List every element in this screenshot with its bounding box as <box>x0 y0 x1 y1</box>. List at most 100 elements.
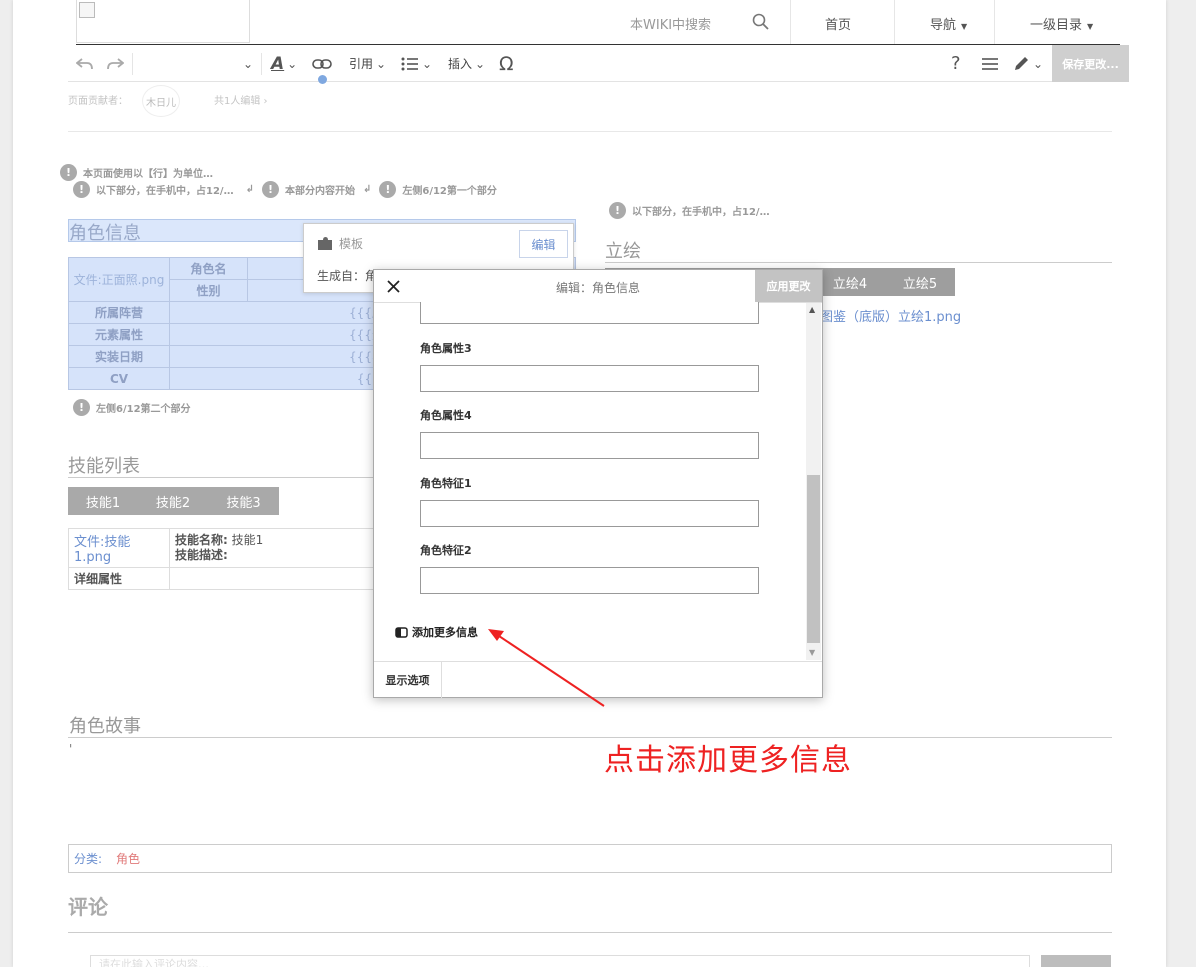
chevron-down-icon: ⌄ <box>475 56 486 71</box>
table-label: CV <box>68 367 170 390</box>
skills-heading: 技能列表 <box>68 456 140 477</box>
skill-table: 文件:技能1.png 技能名称: 技能1 技能描述: 详细属性 <box>68 528 378 590</box>
previous-field-input[interactable] <box>420 302 759 324</box>
field-label: 角色属性3 <box>420 342 472 355</box>
layout-notice: ! 本页面使用以【行】为单位… <box>60 164 213 181</box>
table-label: 所属阵营 <box>68 301 170 324</box>
list-dropdown[interactable]: ⌄ <box>401 45 432 82</box>
chevron-down-icon: ⌄ <box>422 56 433 71</box>
comments-heading: 评论 <box>68 895 108 919</box>
chevron-down-icon: ⌄ <box>1033 56 1044 71</box>
add-more-info-button[interactable]: 添加更多信息 <box>395 624 478 640</box>
layout-notice: ! 以下部分，在手机中，占12/… <box>609 202 770 219</box>
screen: 本WIKI中搜索 首页 导航 ▼ 一级目录 ▼ ⌄ A ⌄ 引用 ⌄ ⌄ 插入 ⌄ Ω ?… <box>0 0 1196 967</box>
category-link[interactable]: 角色 <box>116 850 140 867</box>
skill-desc-label: 技能描述: <box>175 548 228 562</box>
text-style-button[interactable]: A ⌄ <box>271 45 297 82</box>
return-icon: ↲ <box>362 184 372 195</box>
apply-changes-button[interactable]: 应用更改 <box>755 270 822 302</box>
character-info-heading[interactable]: 角色信息 <box>69 219 141 245</box>
scroll-up-icon[interactable]: ▲ <box>809 305 815 314</box>
divider <box>68 131 1112 132</box>
table-label: 性别 <box>169 279 248 302</box>
exclamation-icon: ! <box>73 399 90 416</box>
redo-button[interactable] <box>106 45 124 82</box>
toolbar-divider <box>261 53 262 75</box>
skill-name-value: 技能1 <box>231 533 264 547</box>
portrait-image-link[interactable]: 文件:正面照.png <box>74 273 165 287</box>
puzzle-piece-icon <box>318 237 332 250</box>
search-icon[interactable] <box>752 13 770 31</box>
scroll-down-icon[interactable]: ▼ <box>809 648 815 657</box>
paragraph-format-dropdown[interactable]: ⌄ <box>240 45 253 82</box>
nav-navigation-label: 导航 <box>930 18 957 33</box>
cite-dropdown[interactable]: 引用 ⌄ <box>349 45 386 82</box>
skill-tab-1[interactable]: 技能1 <box>68 487 138 515</box>
art-tab-4[interactable]: 立绘4 <box>815 268 885 296</box>
site-logo[interactable] <box>76 0 250 43</box>
divider <box>605 262 1112 263</box>
help-button[interactable]: ? <box>951 45 961 82</box>
save-changes-button[interactable]: 保存更改... <box>1052 45 1129 82</box>
category-label[interactable]: 分类: <box>74 850 102 867</box>
skill-tab-2[interactable]: 技能2 <box>138 487 208 515</box>
nav-navigation-dropdown[interactable]: 导航 ▼ <box>930 14 967 33</box>
portrait-image-cell[interactable]: 文件:正面照.png <box>68 257 170 302</box>
table-label: 角色名 <box>169 257 248 280</box>
broken-image-icon <box>79 2 95 18</box>
exclamation-icon: ! <box>609 202 626 219</box>
art-tab-5[interactable]: 立绘5 <box>885 268 955 296</box>
notice-text: 以下部分，在手机中，占12/… <box>632 207 770 218</box>
caret-down-icon: ▼ <box>961 22 968 31</box>
trait-2-input[interactable] <box>420 567 759 594</box>
nav-divider <box>790 0 791 44</box>
art-image-link[interactable]: 图鉴（底版）立绘1.png <box>820 306 961 325</box>
field-label: 角色特征2 <box>420 544 472 557</box>
skill-tab-3[interactable]: 技能3 <box>208 487 279 515</box>
show-options-button[interactable]: 显示选项 <box>374 662 442 698</box>
cite-label: 引用 <box>349 57 374 71</box>
skill-name-label: 技能名称: <box>175 533 228 547</box>
exclamation-icon: ! <box>60 164 77 181</box>
divider <box>68 932 1112 933</box>
exclamation-icon: ! <box>73 181 90 198</box>
trait-1-input[interactable] <box>420 500 759 527</box>
exclamation-icon: ! <box>379 181 397 198</box>
skill-image-link[interactable]: 文件:技能1.png <box>68 528 170 568</box>
layout-notice: ! 左侧6/12第二个部分 <box>73 399 191 416</box>
skill-summary: 技能名称: 技能1 技能描述: <box>169 528 378 568</box>
nav-toc-dropdown[interactable]: 一级目录 ▼ <box>1030 14 1093 33</box>
undo-button[interactable] <box>76 45 94 82</box>
nav-home-link[interactable]: 首页 <box>825 14 851 33</box>
pencil-icon <box>1015 57 1028 70</box>
template-edit-button[interactable]: 编辑 <box>519 230 568 258</box>
divider <box>68 737 1112 738</box>
attribute-4-input[interactable] <box>420 432 759 459</box>
table-value <box>169 567 378 590</box>
scrollbar-thumb[interactable] <box>807 475 820 643</box>
chevron-down-icon: ⌄ <box>376 56 387 71</box>
insert-dropdown[interactable]: 插入 ⌄ <box>448 45 485 82</box>
table-row: 详细属性 <box>68 567 378 590</box>
template-popup-title: 模板 <box>339 237 364 251</box>
bullet-list-icon <box>401 57 418 70</box>
page-options-button[interactable] <box>981 45 999 82</box>
comment-submit-button[interactable] <box>1041 955 1111 967</box>
add-parameter-icon <box>395 626 408 638</box>
attribute-3-input[interactable] <box>420 365 759 392</box>
comment-input[interactable]: 请在此输入评论内容… <box>90 955 1030 967</box>
redo-icon <box>107 57 124 69</box>
special-character-button[interactable]: Ω <box>499 45 514 82</box>
insert-label: 插入 <box>448 57 473 71</box>
edit-mode-dropdown[interactable]: ⌄ <box>1013 45 1043 82</box>
undo-icon <box>76 57 93 69</box>
edit-count-link[interactable]: 共1人编辑 › <box>214 92 268 107</box>
link-icon <box>312 58 332 69</box>
search-input[interactable]: 本WIKI中搜索 <box>630 14 711 33</box>
table-row: 文件:技能1.png 技能名称: 技能1 技能描述: <box>68 528 378 568</box>
table-label: 元素属性 <box>68 323 170 346</box>
skill-tabs: 技能1 技能2 技能3 <box>68 487 279 515</box>
notice-text: 本部分内容开始 <box>284 186 355 197</box>
nav-divider <box>894 0 895 44</box>
contributor-avatar[interactable]: 木日儿 <box>142 85 180 117</box>
